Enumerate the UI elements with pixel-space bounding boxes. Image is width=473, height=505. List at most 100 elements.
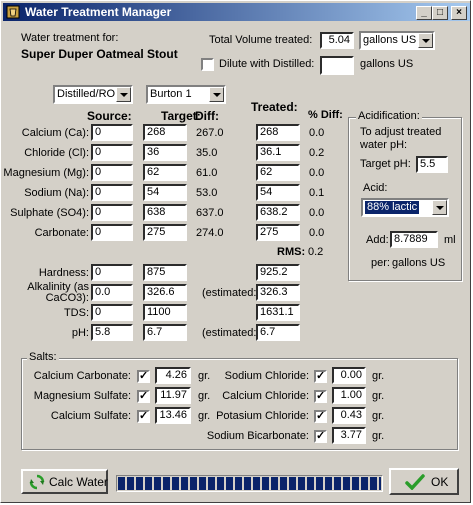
salt-label: Calcium Chloride: (222, 390, 309, 402)
dilute-unit-label: gallons US (360, 58, 414, 70)
salt-checkbox[interactable]: ✓ (314, 370, 327, 383)
salt-amount-input[interactable]: 11.97 (155, 387, 191, 404)
salt-label: Sodium Bicarbonate: (206, 430, 309, 442)
acid-description-line2: water pH: (360, 139, 408, 151)
tds-treated-value: 1631.1 (256, 304, 300, 321)
dilute-label: Dilute with Distilled: (219, 58, 315, 70)
ion-source-input[interactable]: 0 (91, 124, 133, 141)
ion-label: Calcium (Ca): (21, 127, 89, 139)
salt-label: Potasium Chloride: (216, 410, 309, 422)
salt-amount-input[interactable]: 4.26 (155, 367, 191, 384)
source-profile-value: Distilled/RO (57, 88, 116, 100)
salt-amount-input[interactable]: 0.00 (332, 367, 366, 384)
tds-target-input[interactable]: 1100 (143, 304, 187, 321)
checkmark-icon (405, 474, 425, 490)
rms-value: 0.2 (308, 246, 324, 258)
chevron-down-icon[interactable] (418, 33, 433, 48)
volume-unit-select[interactable]: gallons US (359, 31, 435, 50)
ion-target-input[interactable]: 62 (143, 164, 187, 181)
volume-unit-value: gallons US (363, 34, 417, 46)
target-ph-input[interactable]: 5.5 (416, 156, 448, 173)
salt-checkbox[interactable]: ✓ (314, 390, 327, 403)
ion-diff-value: 53.0 (196, 187, 218, 199)
salt-checkbox[interactable]: ✓ (137, 390, 150, 403)
salt-checkbox[interactable]: ✓ (314, 430, 327, 443)
ion-label: Carbonate: (34, 227, 89, 239)
ion-treated-value: 54 (256, 184, 300, 201)
column-treated: Treated: (251, 100, 298, 114)
target-ph-label: Target pH: (360, 158, 411, 170)
ph-source-input[interactable]: 5.8 (91, 324, 133, 341)
salt-amount-input[interactable]: 1.00 (332, 387, 366, 404)
calc-water-label: Calc Water (49, 475, 108, 489)
dilute-checkbox[interactable] (201, 58, 214, 71)
maximize-button[interactable]: □ (432, 6, 448, 20)
column-pct-diff: % Diff: (308, 109, 343, 121)
target-profile-value: Burton 1 (150, 88, 192, 100)
close-button[interactable]: × (451, 6, 467, 20)
salt-amount-input[interactable]: 0.43 (332, 407, 366, 424)
salt-unit: gr. (372, 410, 385, 422)
salt-checkbox[interactable]: ✓ (137, 410, 150, 423)
salts-group-label: Salts: (27, 351, 59, 363)
ion-source-input[interactable]: 0 (91, 184, 133, 201)
ph-target-input[interactable]: 6.7 (143, 324, 187, 341)
acidification-group-label: Acidification: (356, 110, 422, 122)
recipe-name: Super Duper Oatmeal Stout (21, 47, 178, 61)
chevron-down-icon[interactable] (209, 87, 224, 102)
ok-button[interactable]: OK (389, 468, 459, 495)
hardness-label: Hardness: (38, 267, 89, 279)
ion-target-input[interactable]: 54 (143, 184, 187, 201)
ion-pct-value: 0.1 (309, 187, 325, 199)
target-profile-select[interactable]: Burton 1 (146, 85, 226, 104)
ion-source-input[interactable]: 0 (91, 144, 133, 161)
minimize-button[interactable]: _ (416, 6, 432, 20)
ion-diff-value: 274.0 (196, 227, 224, 239)
alkalinity-target-input[interactable]: 326.6 (143, 284, 187, 301)
hardness-treated-value: 925.2 (256, 264, 300, 281)
ion-diff-value: 637.0 (196, 207, 224, 219)
tds-source-input[interactable]: 0 (91, 304, 133, 321)
ph-label: pH: (71, 327, 89, 339)
ion-diff-value: 35.0 (196, 147, 218, 159)
chevron-down-icon[interactable] (432, 200, 447, 215)
salt-amount-input[interactable]: 13.46 (155, 407, 191, 424)
ion-diff-value: 61.0 (196, 167, 218, 179)
ion-target-input[interactable]: 638 (143, 204, 187, 221)
ion-treated-value: 638.2 (256, 204, 300, 221)
total-volume-input[interactable]: 5.04 (320, 32, 354, 49)
calc-water-button[interactable]: Calc Water (21, 469, 108, 494)
treatment-for-label: Water treatment for: (21, 32, 119, 44)
chevron-down-icon[interactable] (116, 87, 131, 102)
column-diff: Diff: (195, 109, 219, 123)
salt-checkbox[interactable]: ✓ (137, 370, 150, 383)
per-label: per: (371, 257, 390, 269)
ion-target-input[interactable]: 275 (143, 224, 187, 241)
hardness-target-input[interactable]: 875 (143, 264, 187, 281)
acid-label: Acid: (363, 182, 388, 194)
title-bar[interactable]: Water Treatment Manager _ □ × (3, 3, 470, 21)
ion-source-input[interactable]: 0 (91, 164, 133, 181)
acid-add-value: 8.7889 (390, 231, 438, 248)
alkalinity-source-input[interactable]: 0.0 (91, 284, 133, 301)
hardness-source-input[interactable]: 0 (91, 264, 133, 281)
ion-treated-value: 36.1 (256, 144, 300, 161)
salt-amount-input[interactable]: 3.77 (332, 427, 366, 444)
ion-source-input[interactable]: 0 (91, 224, 133, 241)
window-title: Water Treatment Manager (25, 5, 172, 19)
ion-diff-value: 267.0 (196, 127, 224, 139)
ion-pct-value: 0.0 (309, 167, 325, 179)
dilute-input[interactable] (320, 56, 354, 75)
ion-target-input[interactable]: 36 (143, 144, 187, 161)
acid-type-select[interactable]: 88% lactic (361, 198, 449, 217)
salt-label: Calcium Sulfate: (50, 410, 131, 422)
source-profile-select[interactable]: Distilled/RO (53, 85, 133, 104)
ion-source-input[interactable]: 0 (91, 204, 133, 221)
water-treatment-window: Water Treatment Manager _ □ × Water trea… (0, 0, 471, 503)
ion-target-input[interactable]: 268 (143, 124, 187, 141)
ion-treated-value: 275 (256, 224, 300, 241)
salt-checkbox[interactable]: ✓ (314, 410, 327, 423)
salt-unit: gr. (372, 390, 385, 402)
rms-label: RMS: (277, 246, 306, 258)
ion-label: Chloride (Cl): (24, 147, 89, 159)
